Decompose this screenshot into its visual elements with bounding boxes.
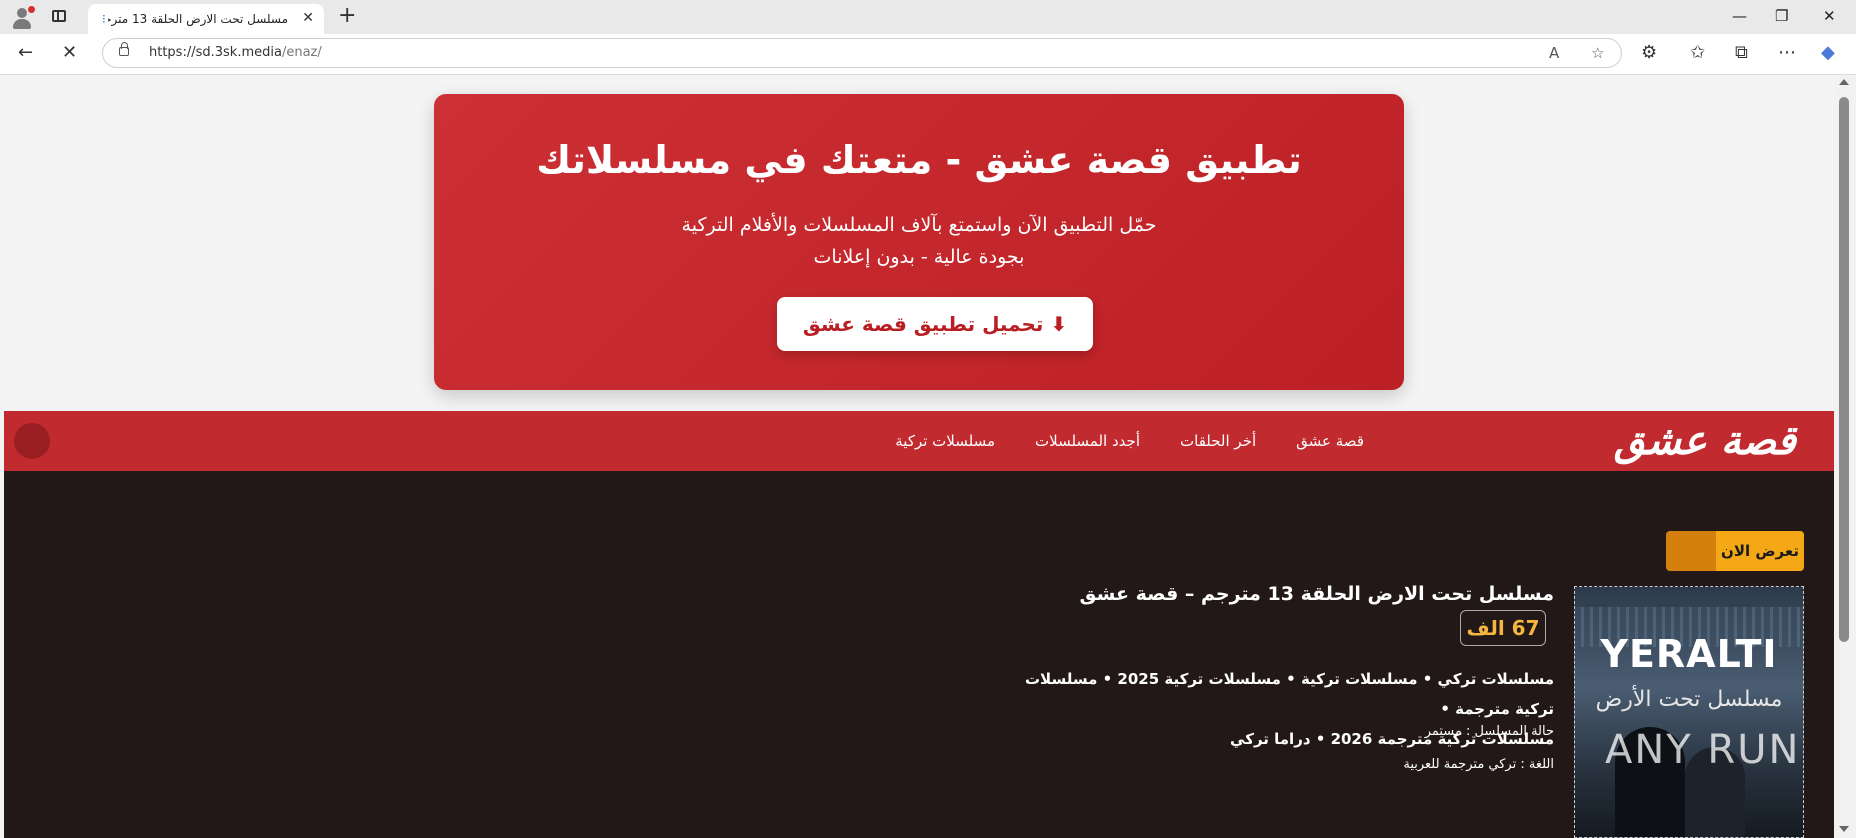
category-line-1[interactable]: مسلسلات تركي • مسلسلات تركية • مسلسلات ت… bbox=[994, 664, 1554, 724]
app-promo-banner: تطبيق قصة عشق - متعتك في مسلسلاتك حمّل ا… bbox=[434, 94, 1404, 390]
read-aloud-icon[interactable]: A bbox=[1549, 44, 1559, 62]
lock-icon[interactable] bbox=[119, 42, 129, 56]
site-navbar: قصة عشق قصة عشق أخر الحلقات أجدد المسلسل… bbox=[4, 411, 1834, 471]
loading-icon: ⁝ bbox=[102, 12, 106, 26]
now-showing-label: تعرض الان bbox=[1716, 531, 1804, 571]
minimize-icon[interactable]: — bbox=[1732, 7, 1747, 25]
nav-item-turkish-series[interactable]: مسلسلات تركية bbox=[895, 432, 995, 450]
series-status: حالة المسلسل : مستمر bbox=[1424, 724, 1554, 739]
extensions-icon[interactable]: ⚙ bbox=[1641, 43, 1657, 63]
favorites-icon[interactable]: ✩ bbox=[1690, 43, 1705, 63]
episode-title: مسلسل تحت الارض الحلقة 13 مترجم – قصة عش… bbox=[1079, 583, 1554, 605]
now-showing-badge[interactable]: تعرض الان bbox=[1666, 531, 1804, 571]
browser-toolbar: ← ✕ https://sd.3sk.media/enaz/ A ☆ ⚙ ✩ ⧉… bbox=[0, 34, 1856, 75]
copilot-icon[interactable]: ◆ bbox=[1821, 43, 1835, 63]
poster-subtitle: مسلسل تحت الأرض bbox=[1595, 687, 1783, 712]
restore-icon[interactable]: ❐ bbox=[1775, 7, 1788, 25]
new-tab-icon[interactable]: + bbox=[338, 4, 356, 28]
site-logo[interactable]: قصة عشق bbox=[1614, 415, 1796, 467]
download-app-button[interactable]: ⬇ تحميل تطبيق قصة عشق bbox=[777, 297, 1093, 351]
back-icon[interactable]: ← bbox=[18, 43, 33, 63]
series-language: اللغة : تركي مترجمة للعربية bbox=[1403, 757, 1554, 772]
close-tab-icon[interactable]: ✕ bbox=[302, 10, 314, 26]
tab-title: مسلسل تحت الارض الحلقة 13 مترجم bbox=[108, 12, 288, 26]
category-links: مسلسلات تركي • مسلسلات تركية • مسلسلات ت… bbox=[994, 664, 1554, 754]
favorite-star-icon[interactable]: ☆ bbox=[1591, 44, 1604, 62]
vertical-scrollbar[interactable] bbox=[1834, 75, 1856, 838]
profile-icon[interactable] bbox=[10, 6, 35, 30]
poster-title: YERALTI bbox=[1600, 632, 1778, 676]
scroll-thumb[interactable] bbox=[1839, 97, 1849, 642]
page-viewport: تطبيق قصة عشق - متعتك في مسلسلاتك حمّل ا… bbox=[4, 75, 1834, 838]
watermark: ANY RUN bbox=[1605, 727, 1801, 773]
view-count-badge: 67 الف bbox=[1460, 610, 1546, 646]
banner-title: تطبيق قصة عشق - متعتك في مسلسلاتك bbox=[536, 138, 1302, 182]
stop-loading-icon[interactable]: ✕ bbox=[62, 43, 77, 63]
nav-menu: قصة عشق أخر الحلقات أجدد المسلسلات مسلسل… bbox=[895, 411, 1364, 471]
episode-content: تعرض الان YERALTI مسلسل تحت الأرض ANY RU… bbox=[4, 471, 1834, 838]
collections-icon[interactable]: ⧉ bbox=[1735, 43, 1748, 63]
address-bar[interactable]: https://sd.3sk.media/enaz/ A ☆ bbox=[102, 38, 1622, 68]
scroll-down-icon[interactable] bbox=[1839, 826, 1849, 832]
nav-item-latest-episodes[interactable]: أخر الحلقات bbox=[1180, 432, 1256, 450]
banner-subtitle: حمّل التطبيق الآن واستمتع بآلاف المسلسلا… bbox=[434, 209, 1404, 273]
url-text[interactable]: https://sd.3sk.media/enaz/ bbox=[149, 45, 322, 60]
more-menu-icon[interactable]: ⋯ bbox=[1778, 43, 1796, 63]
series-poster[interactable]: YERALTI مسلسل تحت الأرض ANY RUN bbox=[1574, 586, 1804, 838]
browser-titlebar: ⁝ مسلسل تحت الارض الحلقة 13 مترجم ✕ + — … bbox=[0, 0, 1856, 34]
nav-item-home[interactable]: قصة عشق bbox=[1296, 432, 1364, 450]
browser-tab-active[interactable]: ⁝ مسلسل تحت الارض الحلقة 13 مترجم ✕ bbox=[88, 4, 324, 34]
tab-actions-icon[interactable] bbox=[52, 10, 66, 22]
banner-subtitle-line1: حمّل التطبيق الآن واستمتع بآلاف المسلسلا… bbox=[681, 214, 1157, 236]
close-window-icon[interactable]: ✕ bbox=[1823, 7, 1836, 25]
nav-item-newest-series[interactable]: أجدد المسلسلات bbox=[1035, 432, 1140, 450]
search-toggle-button[interactable] bbox=[14, 423, 50, 459]
scroll-up-icon[interactable] bbox=[1839, 79, 1849, 85]
banner-subtitle-line2: بجودة عالية - بدون إعلانات bbox=[813, 246, 1025, 268]
